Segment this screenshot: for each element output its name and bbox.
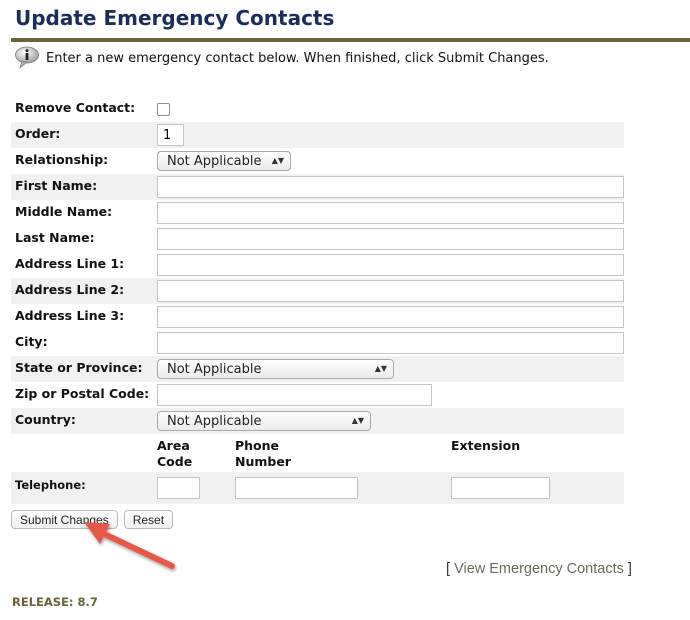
relationship-select[interactable]: Not Applicable ▲▼ — [157, 151, 291, 171]
order-input[interactable] — [157, 124, 184, 146]
emergency-contact-form: Remove Contact: Order: Relationship: Not… — [11, 96, 624, 504]
last-name-input[interactable] — [157, 228, 624, 250]
open-bracket: [ — [446, 561, 451, 577]
phone-number-input[interactable] — [235, 477, 358, 499]
country-select[interactable]: Not Applicable ▲▼ — [157, 411, 371, 431]
remove-contact-label: Remove Contact: — [15, 100, 136, 115]
extension-header: Extension — [451, 438, 521, 453]
state-select[interactable]: Not Applicable ▲▼ — [157, 359, 394, 379]
state-label: State or Province: — [11, 356, 155, 382]
first-name-input[interactable] — [157, 176, 624, 198]
view-emergency-contacts-link[interactable]: View Emergency Contacts — [454, 561, 624, 577]
info-speech-bubble-icon — [15, 46, 39, 69]
city-input[interactable] — [157, 332, 624, 354]
row-telephone: Telephone: — [11, 472, 624, 504]
phone-number-header: Phone Number — [235, 438, 291, 469]
middle-name-input[interactable] — [157, 202, 624, 224]
address-line-3-label: Address Line 3: — [15, 308, 125, 323]
zip-label: Zip or Postal Code: — [15, 386, 150, 401]
address-line-3-input[interactable] — [157, 306, 624, 328]
row-last-name: Last Name: — [11, 226, 624, 252]
country-label: Country: — [11, 408, 155, 434]
title-divider — [11, 38, 690, 42]
row-remove-contact: Remove Contact: — [11, 96, 624, 122]
release-version: RELEASE: 8.7 — [12, 595, 98, 609]
first-name-label: First Name: — [11, 174, 155, 200]
annotation-arrow-icon — [84, 522, 175, 569]
relationship-label: Relationship: — [15, 152, 109, 167]
last-name-label: Last Name: — [15, 230, 95, 245]
row-address-3: Address Line 3: — [11, 304, 624, 330]
country-selected-value: Not Applicable — [167, 413, 262, 429]
row-order: Order: — [11, 122, 624, 148]
view-contacts-link-wrapper: [ View Emergency Contacts ] — [446, 561, 632, 577]
relationship-selected-value: Not Applicable — [167, 153, 262, 169]
row-zip: Zip or Postal Code: — [11, 382, 624, 408]
address-line-2-input[interactable] — [157, 280, 624, 302]
info-text: Enter a new emergency contact below. Whe… — [46, 50, 549, 66]
address-line-1-label: Address Line 1: — [15, 256, 125, 271]
middle-name-label: Middle Name: — [15, 204, 113, 219]
row-address-1: Address Line 1: — [11, 252, 624, 278]
order-label: Order: — [11, 122, 155, 148]
area-code-input[interactable] — [157, 477, 200, 499]
row-city: City: — [11, 330, 624, 356]
select-arrows-icon: ▲▼ — [271, 156, 284, 165]
select-arrows-icon: ▲▼ — [374, 364, 387, 373]
row-address-2: Address Line 2: — [11, 278, 624, 304]
area-code-header: Area Code — [157, 438, 193, 469]
address-line-1-input[interactable] — [157, 254, 624, 276]
city-label: City: — [15, 334, 48, 349]
remove-contact-checkbox[interactable] — [157, 103, 170, 116]
row-telephone-headers: Area Code Phone Number Extension — [11, 434, 624, 472]
row-first-name: First Name: — [11, 174, 624, 200]
row-country: Country: Not Applicable ▲▼ — [11, 408, 624, 434]
row-middle-name: Middle Name: — [11, 200, 624, 226]
extension-input[interactable] — [451, 477, 550, 499]
info-message: Enter a new emergency contact below. Whe… — [14, 46, 549, 70]
address-line-2-label: Address Line 2: — [11, 278, 155, 304]
close-bracket: ] — [627, 561, 632, 577]
telephone-label: Telephone: — [11, 472, 155, 504]
row-state: State or Province: Not Applicable ▲▼ — [11, 356, 624, 382]
state-selected-value: Not Applicable — [167, 361, 262, 377]
select-arrows-icon: ▲▼ — [351, 416, 364, 425]
page-title: Update Emergency Contacts — [15, 6, 335, 30]
row-relationship: Relationship: Not Applicable ▲▼ — [11, 148, 624, 174]
zip-input[interactable] — [157, 384, 432, 406]
